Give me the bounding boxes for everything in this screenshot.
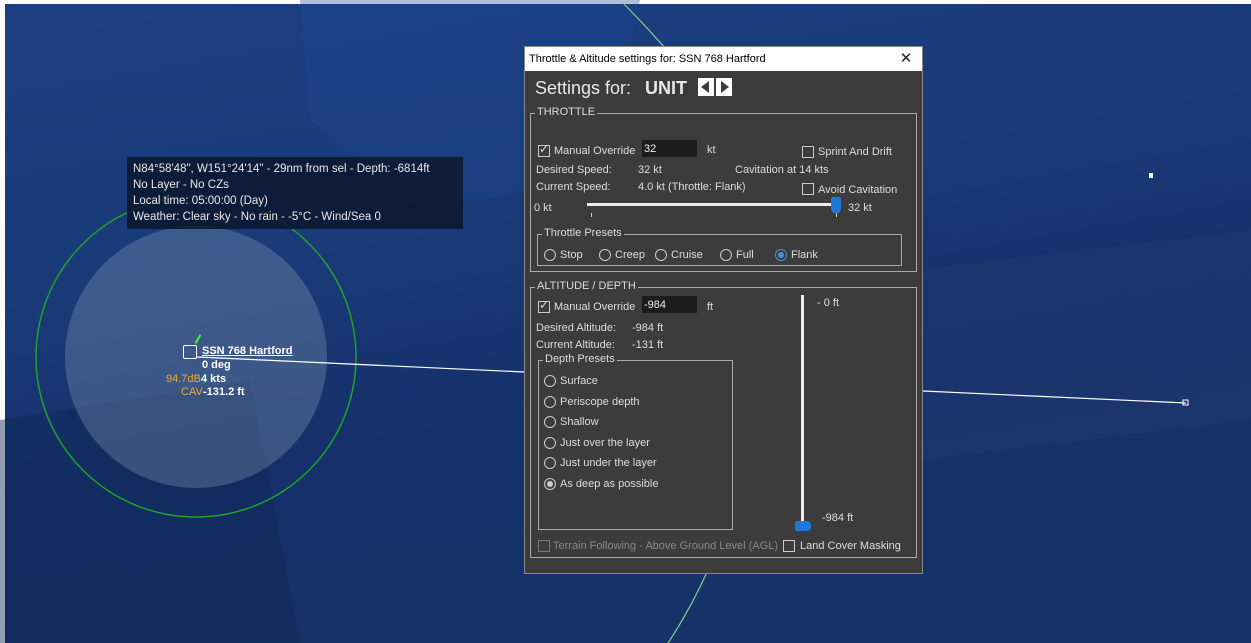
info-coords: N84°58'48", W151°24'14" - 29nm from sel … <box>133 163 430 175</box>
depth-shallow-radio[interactable] <box>544 416 556 428</box>
land-cover-masking-label: Land Cover Masking <box>800 540 901 552</box>
altitude-manual-override-input[interactable] <box>642 296 697 313</box>
preset-cruise-label: Cruise <box>671 249 703 261</box>
altitude-unit-label: ft <box>707 301 714 313</box>
throttle-presets-group: Throttle Presets Stop Creep Cruise Full … <box>537 227 902 266</box>
settings-for-label: Settings for: <box>535 78 632 98</box>
throttle-unit-label: kt <box>707 144 716 156</box>
dialog-title: Throttle & Altitude settings for: SSN 76… <box>529 53 766 65</box>
terrain-following-checkbox[interactable] <box>538 540 550 552</box>
depth-surface-radio[interactable] <box>544 375 556 387</box>
depth-under-layer-radio[interactable] <box>544 457 556 469</box>
current-speed-label: Current Speed: <box>536 181 611 193</box>
desired-altitude-value: -984 ft <box>632 322 664 334</box>
altitude-group-title: ALTITUDE / DEPTH <box>535 280 638 292</box>
close-button[interactable]: ✕ <box>896 47 916 71</box>
preset-cruise-radio[interactable] <box>655 249 667 261</box>
info-layer: No Layer - No CZs <box>133 179 229 191</box>
unit-cav-label: CAV <box>181 386 203 398</box>
preset-full-radio[interactable] <box>720 249 732 261</box>
throttle-altitude-dialog: Throttle & Altitude settings for: SSN 76… <box>524 46 923 574</box>
depth-presets-title: Depth Presets <box>543 353 617 365</box>
avoid-cavitation-label: Avoid Cavitation <box>818 184 898 196</box>
depth-slider-bottom-label: -984 ft <box>822 512 854 524</box>
throttle-presets-title: Throttle Presets <box>542 227 624 239</box>
depth-shallow-label: Shallow <box>560 416 599 428</box>
settings-for-row: Settings for: UNIT <box>535 78 687 99</box>
info-local-time: Local time: 05:00:00 (Day) <box>133 195 268 207</box>
throttle-manual-override-input[interactable] <box>642 140 697 157</box>
current-speed-value: 4.0 kt (Throttle: Flank) <box>638 181 746 193</box>
previous-unit-arrow-icon[interactable] <box>698 78 714 96</box>
contact-dot[interactable] <box>1149 173 1153 178</box>
throttle-slider-max-label: 32 kt <box>848 202 872 214</box>
throttle-slider-tick-max <box>836 213 837 217</box>
throttle-group-title: THROTTLE <box>535 106 598 118</box>
arc-line-bottom <box>667 569 709 643</box>
throttle-manual-override-checkbox[interactable] <box>538 142 550 157</box>
throttle-slider-tick-min <box>591 213 592 217</box>
altitude-manual-override-checkbox[interactable] <box>538 298 550 313</box>
land-cover-masking-checkbox[interactable] <box>783 540 795 552</box>
depth-slider-top-label: - 0 ft <box>817 297 840 309</box>
avoid-cavitation-checkbox[interactable] <box>802 183 814 195</box>
unit-depth-label: -131.2 ft <box>203 386 245 398</box>
sprint-drift-checkbox[interactable] <box>802 146 814 158</box>
unit-heading-label: 0 deg <box>202 359 231 371</box>
unit-noise-label: 94.7dB <box>166 373 201 385</box>
depth-over-layer-label: Just over the layer <box>560 437 650 449</box>
next-unit-arrow-icon[interactable] <box>716 78 732 96</box>
desired-altitude-label: Desired Altitude: <box>536 322 617 334</box>
depth-presets-group: Depth Presets Surface Periscope depth Sh… <box>538 353 733 530</box>
cursor-info-box: N84°58'48", W151°24'14" - 29nm from sel … <box>127 157 463 229</box>
dialog-titlebar[interactable]: Throttle & Altitude settings for: SSN 76… <box>525 47 922 71</box>
throttle-slider-track[interactable] <box>587 203 833 206</box>
unit-name-label[interactable]: SSN 768 Hartford <box>202 345 292 357</box>
throttle-slider-min-label: 0 kt <box>534 202 552 214</box>
preset-stop-label: Stop <box>560 249 583 261</box>
preset-stop-radio[interactable] <box>544 249 556 261</box>
depth-over-layer-radio[interactable] <box>544 437 556 449</box>
depth-deep-radio[interactable] <box>544 478 556 490</box>
cavitation-text: Cavitation at 14 kts <box>735 164 829 176</box>
preset-flank-radio[interactable] <box>775 249 787 261</box>
preset-full-label: Full <box>736 249 754 261</box>
current-altitude-label: Current Altitude: <box>536 339 615 351</box>
depth-under-layer-label: Just under the layer <box>560 457 657 469</box>
depth-surface-label: Surface <box>560 375 598 387</box>
info-weather: Weather: Clear sky - No rain - -5°C - Wi… <box>133 211 381 223</box>
unit-speed-label: 4 kts <box>201 373 227 385</box>
preset-creep-radio[interactable] <box>599 249 611 261</box>
desired-speed-label: Desired Speed: <box>536 164 612 176</box>
sprint-drift-label: Sprint And Drift <box>818 146 892 158</box>
throttle-manual-override-label: Manual Override <box>554 145 636 157</box>
throttle-slider-thumb[interactable] <box>831 197 841 213</box>
desired-speed-value: 32 kt <box>638 164 662 176</box>
current-altitude-value: -131 ft <box>632 339 664 351</box>
depth-deep-label: As deep as possible <box>560 478 659 490</box>
ocean-shade-2 <box>920 230 1251 460</box>
altitude-manual-override-label: Manual Override <box>554 301 636 313</box>
terrain-following-label: Terrain Following - Above Ground Level (… <box>553 540 778 552</box>
preset-creep-label: Creep <box>615 249 645 261</box>
depth-slider-track[interactable] <box>801 295 804 529</box>
preset-flank-label: Flank <box>791 249 818 261</box>
depth-slider-thumb[interactable] <box>795 521 811 531</box>
depth-periscope-label: Periscope depth <box>560 396 640 408</box>
depth-periscope-radio[interactable] <box>544 396 556 408</box>
settings-for-value: UNIT <box>645 78 688 98</box>
submarine-unit-icon[interactable] <box>183 345 197 359</box>
